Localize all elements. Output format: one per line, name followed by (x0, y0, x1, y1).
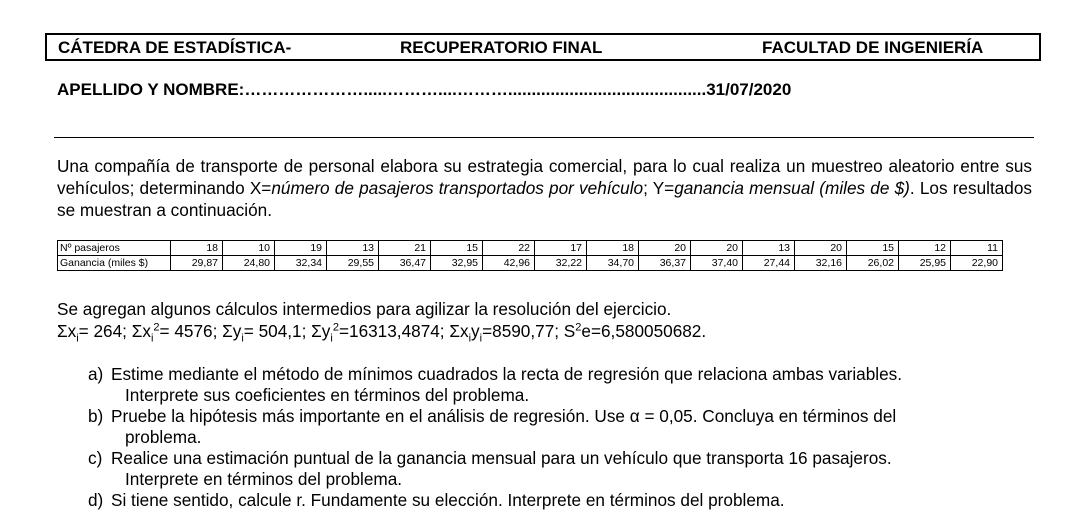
variable-y-definition: ganancia mensual (miles de $) (674, 178, 910, 198)
table-cell: 37,40 (690, 255, 743, 271)
table-cell: 21 (378, 240, 431, 256)
question-d: d) Si tiene sentido, calcule r. Fundamen… (88, 490, 1008, 511)
table-cell: 18 (586, 240, 639, 256)
header-faculty: FACULTAD DE INGENIERÍA (762, 38, 984, 57)
table-cell: 29,55 (326, 255, 379, 271)
table-cell: 32,34 (274, 255, 327, 271)
question-b: b) Pruebe la hipótesis más importante en… (88, 406, 1008, 448)
row-label-profit: Ganancia (miles $) (57, 255, 171, 271)
table-cell: 20 (690, 240, 743, 256)
table-cell: 20 (638, 240, 691, 256)
table-cell: 13 (326, 240, 379, 256)
table-cell: 17 (534, 240, 587, 256)
table-cell: 32,16 (794, 255, 847, 271)
question-label: c) (88, 448, 103, 468)
table-row-profit: Ganancia (miles $) 29,87 24,80 32,34 29,… (57, 255, 1003, 271)
intro-text-2: ; Y= (643, 178, 675, 198)
table-cell: 13 (742, 240, 795, 256)
question-text: Estime mediante el método de mínimos cua… (111, 364, 1008, 406)
intermediate-calculations-intro: Se agregan algunos cálculos intermedios … (57, 299, 672, 319)
sum-value: = 264; Σx (78, 321, 151, 341)
sum-value: =8590,77; S (482, 321, 576, 341)
question-line: Realice una estimación puntual de la gan… (111, 448, 892, 468)
data-table: Nº pasajeros 18 10 19 13 21 15 22 17 18 … (57, 240, 1003, 271)
student-name-line: APELLIDO Y NOMBRE:………………….....………....………… (57, 80, 792, 99)
table-cell: 11 (950, 240, 1003, 256)
question-label: d) (88, 490, 104, 510)
question-text: Realice una estimación puntual de la gan… (111, 448, 1008, 490)
sum-symbol: Σx (57, 321, 77, 341)
question-line: Pruebe la hipótesis más importante en el… (111, 406, 897, 426)
table-cell: 25,95 (898, 255, 951, 271)
sum-value: = 4576; Σy (159, 321, 242, 341)
sum-value: = 504,1; Σy (243, 321, 331, 341)
header-exam-title: RECUPERATORIO FINAL (400, 38, 603, 57)
table-cell: 10 (222, 240, 275, 256)
sum-value: =16313,4874; Σx (338, 321, 469, 341)
variable-y: y (471, 321, 480, 341)
question-line: problema. (125, 427, 202, 447)
table-cell: 32,22 (534, 255, 587, 271)
question-line: Estime mediante el método de mínimos cua… (111, 364, 903, 384)
variable-x-definition: número de pasajeros transportados por ve… (271, 178, 644, 198)
table-cell: 32,95 (430, 255, 483, 271)
table-cell: 15 (846, 240, 899, 256)
question-text: Si tiene sentido, calcule r. Fundamente … (111, 490, 1008, 511)
table-cell: 12 (898, 240, 951, 256)
subscript: i (330, 332, 333, 345)
header-department: CÁTEDRA DE ESTADÍSTICA- (58, 38, 292, 57)
table-cell: 34,70 (586, 255, 639, 271)
question-line: Si tiene sentido, calcule r. Fundamente … (111, 490, 785, 510)
table-cell: 29,87 (170, 255, 223, 271)
problem-statement: Una compañía de transporte de personal e… (57, 155, 1032, 221)
table-cell: 20 (794, 240, 847, 256)
table-cell: 22,90 (950, 255, 1003, 271)
sum-value: e=6,580050682. (581, 321, 707, 341)
table-cell: 15 (430, 240, 483, 256)
table-cell: 22 (482, 240, 535, 256)
subscript: i (150, 332, 154, 345)
table-row-passengers: Nº pasajeros 18 10 19 13 21 15 22 17 18 … (57, 240, 1003, 256)
divider (54, 137, 1034, 138)
table-cell: 19 (274, 240, 327, 256)
exam-header: CÁTEDRA DE ESTADÍSTICA- RECUPERATORIO FI… (45, 33, 1041, 61)
table-cell: 36,37 (638, 255, 691, 271)
summary-statistics: Σxi= 264; Σxi2= 4576; Σyi= 504,1; Σyi2=1… (57, 321, 706, 344)
question-line: Interprete sus coeficientes en términos … (125, 385, 530, 405)
table-cell: 26,02 (846, 255, 899, 271)
question-label: b) (88, 406, 104, 426)
table-cell: 24,80 (222, 255, 275, 271)
question-label: a) (88, 364, 104, 384)
table-cell: 36,47 (378, 255, 431, 271)
question-list: a) Estime mediante el método de mínimos … (88, 364, 1008, 511)
question-c: c) Realice una estimación puntual de la … (88, 448, 1008, 490)
question-a: a) Estime mediante el método de mínimos … (88, 364, 1008, 406)
table-cell: 27,44 (742, 255, 795, 271)
table-cell: 42,96 (482, 255, 535, 271)
question-line: Interprete en términos del problema. (125, 469, 403, 489)
row-label-passengers: Nº pasajeros (57, 240, 171, 256)
table-cell: 18 (170, 240, 223, 256)
question-text: Pruebe la hipótesis más importante en el… (111, 406, 1008, 448)
